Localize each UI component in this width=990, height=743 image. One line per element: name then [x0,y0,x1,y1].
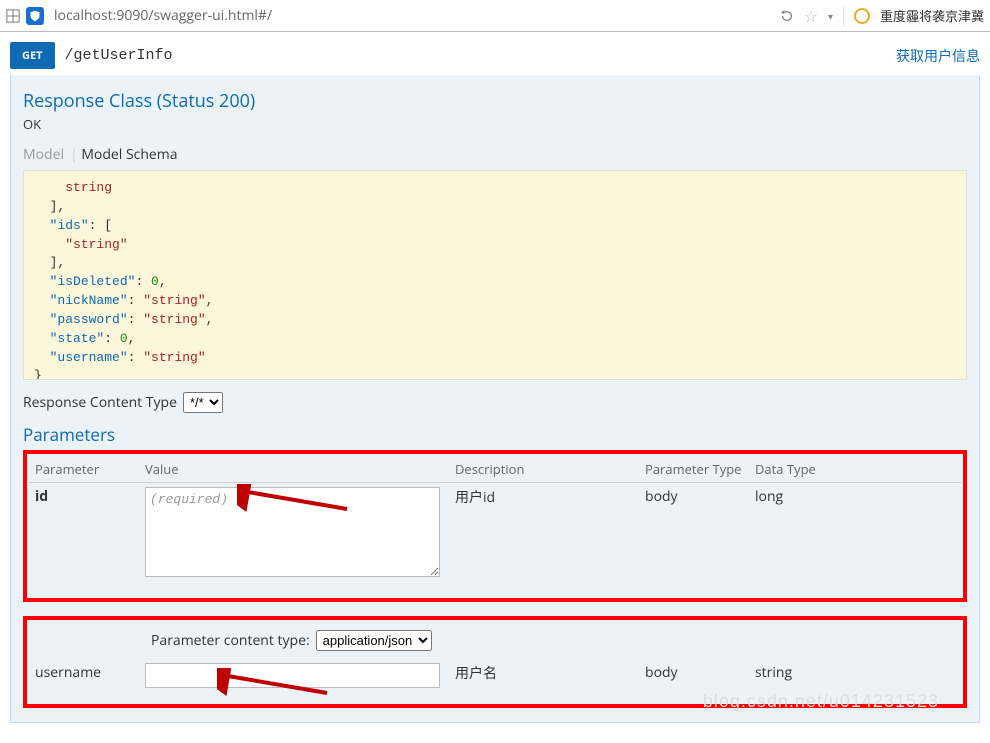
tab-model[interactable]: Model [23,143,70,166]
operation-path: /getUserInfo [65,47,173,64]
param-name-id: id [35,487,48,506]
sidebar-page-title[interactable]: 重度霾将袭京津冀 [880,6,984,25]
operation-header[interactable]: GET /getUserInfo 获取用户信息 [10,38,980,73]
th-parameter-type: Parameter Type [639,456,749,483]
parameters-title: Parameters [23,423,967,446]
th-data-type: Data Type [749,456,961,483]
browser-address-bar: localhost:9090/swagger-ui.html#/ ☆ ▾ 重度霾… [0,0,990,32]
response-status-text: OK [23,115,967,133]
schema-tabs: Model| Model Schema [23,143,967,166]
response-class-title: Response Class (Status 200) [23,89,967,113]
param-dtype-id: long [749,483,961,597]
reload-icon[interactable] [780,9,794,23]
parameters-table: Parameter Value Description Parameter Ty… [29,456,961,596]
th-value: Value [139,456,449,483]
url-input[interactable]: localhost:9090/swagger-ui.html#/ [50,4,774,27]
response-content-type-select[interactable]: */* [183,392,223,413]
th-parameter: Parameter [29,456,139,483]
dropdown-icon[interactable]: ▾ [828,9,833,23]
param-value-id-input[interactable] [145,487,440,577]
param-content-type-label: Parameter content type: [151,631,310,650]
highlight-box-1: Parameter Value Description Parameter Ty… [23,450,967,602]
param-name-username: username [35,663,101,682]
param-desc-id: 用户id [449,483,639,597]
response-content-type-label: Response Content Type [23,393,177,412]
operation-description[interactable]: 获取用户信息 [896,46,980,66]
param-content-type-select[interactable]: application/json [316,630,432,651]
star-icon[interactable]: ☆ [804,5,818,27]
http-method-badge: GET [10,42,55,69]
browser-logo-icon [854,8,870,24]
param-value-username-input[interactable] [145,663,440,688]
tab-model-schema[interactable]: Model Schema [81,143,183,166]
operation-body: Response Class (Status 200) OK Model| Mo… [10,75,980,723]
model-schema-box[interactable]: string ], "ids": [ "string" ], "isDelete… [23,170,967,380]
param-row-id: id 用户id body long [29,483,961,597]
param-desc-username: 用户名 [449,659,639,702]
th-description: Description [449,456,639,483]
param-ptype-id: body [639,483,749,597]
watermark-text: blog.csdn.net/u014231523 [703,691,939,712]
panel-toggle-icon[interactable] [6,9,20,23]
security-shield-icon[interactable] [26,7,44,25]
